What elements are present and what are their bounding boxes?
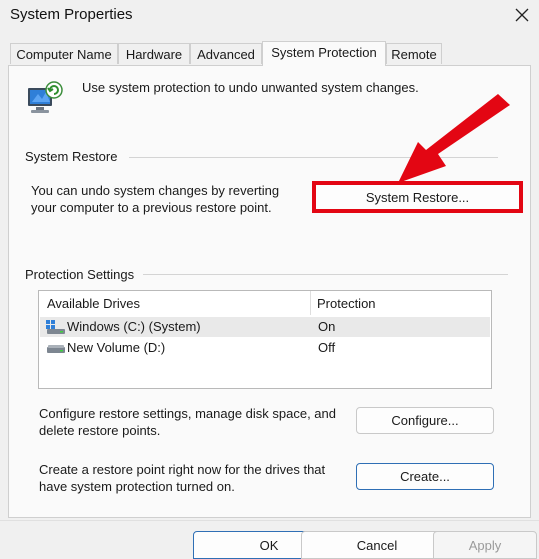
cancel-button[interactable]: Cancel — [301, 531, 453, 559]
tab-advanced[interactable]: Advanced — [190, 43, 262, 64]
tab-hardware[interactable]: Hardware — [118, 43, 190, 64]
protection-settings-heading: Protection Settings — [25, 267, 135, 282]
system-restore-desc-line1: You can undo system changes by reverting — [31, 183, 280, 198]
window-title: System Properties — [10, 6, 133, 23]
configure-button[interactable]: Configure... — [356, 407, 494, 434]
intro-text: Use system protection to undo unwanted s… — [82, 80, 419, 95]
configure-desc-line2: delete restore points. — [39, 423, 161, 438]
footer-divider — [0, 520, 539, 521]
protection-settings-divider — [143, 274, 508, 275]
system-drive-icon — [46, 320, 65, 334]
drive-icon — [47, 345, 65, 353]
close-icon — [515, 8, 529, 22]
configure-desc-line1: Configure restore settings, manage disk … — [39, 406, 337, 421]
tab-remote[interactable]: Remote — [386, 43, 442, 64]
table-row[interactable]: New Volume (D:) Off — [40, 338, 490, 358]
apply-button[interactable]: Apply — [433, 531, 537, 559]
tab-computer-name[interactable]: Computer Name — [10, 43, 118, 64]
create-desc-line1: Create a restore point right now for the… — [39, 462, 326, 477]
system-protection-icon — [24, 80, 66, 118]
drive-protection: On — [318, 319, 336, 334]
column-header-drives[interactable]: Available Drives — [47, 295, 140, 313]
column-divider — [310, 291, 311, 315]
annotation-arrow-icon — [398, 94, 510, 183]
drives-list[interactable]: Available Drives Protection Windows (C:)… — [38, 290, 492, 389]
drive-name: Windows (C:) (System) — [67, 319, 201, 334]
close-button[interactable] — [508, 2, 536, 28]
system-restore-desc-line2: your computer to a previous restore poin… — [31, 200, 272, 215]
drive-name: New Volume (D:) — [67, 340, 166, 355]
tab-system-protection[interactable]: System Protection — [262, 41, 386, 66]
drive-protection: Off — [318, 340, 336, 355]
create-desc-line2: have system protection turned on. — [39, 479, 235, 494]
create-button[interactable]: Create... — [356, 463, 494, 490]
system-restore-heading: System Restore — [25, 149, 118, 164]
column-header-protection[interactable]: Protection — [317, 295, 376, 313]
table-row[interactable]: Windows (C:) (System) On — [40, 317, 490, 337]
